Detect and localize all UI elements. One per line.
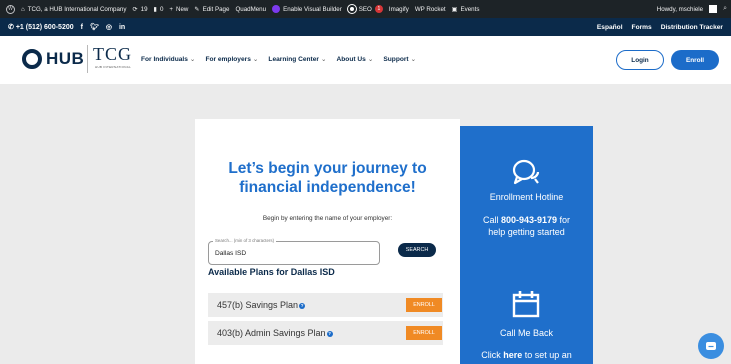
seo-icon <box>347 5 356 13</box>
logo-divider <box>87 45 88 73</box>
plus-icon: + <box>169 5 174 13</box>
admin-updates[interactable]: ⟳ 19 <box>132 6 147 13</box>
comment-icon: ▮ <box>153 5 157 13</box>
hotline-text: Call 800-943-9179 for help getting start… <box>482 215 571 237</box>
employer-prompt: Begin by entering the name of your emplo… <box>262 215 393 222</box>
seo-badge: 1 <box>374 5 383 13</box>
linkedin-icon[interactable]: in <box>119 24 125 31</box>
plan-enroll-button[interactable]: ENROLL <box>406 326 442 340</box>
employer-search-input[interactable]: Search... (min of 3 characters) Dallas I… <box>208 238 380 265</box>
chevron-down-icon: ⌄ <box>367 56 374 63</box>
tcg-logo-subtitle: HUB INTERNATIONAL <box>95 65 132 69</box>
home-icon: ⌂ <box>21 5 25 13</box>
search-value: Dallas ISD <box>215 250 247 257</box>
chevron-down-icon: ⌄ <box>410 56 417 63</box>
hotline-number[interactable]: 800-943-9179 <box>501 215 557 225</box>
site-header: HUB TCG HUB INTERNATIONAL For Individual… <box>0 36 731 84</box>
chat-launcher-button[interactable] <box>698 333 724 359</box>
calendar-icon <box>512 291 540 318</box>
plan-name: 403(b) Admin Savings Plan? <box>217 328 333 338</box>
info-icon[interactable]: ? <box>299 303 306 309</box>
nav-for-employers[interactable]: For employers ⌄ <box>205 55 258 63</box>
facebook-icon[interactable]: f <box>81 24 83 31</box>
page-title: Let’s begin your journey to financial in… <box>228 160 427 196</box>
admin-comments[interactable]: ▮ 0 <box>154 6 164 13</box>
hub-ring-icon <box>22 49 42 69</box>
instagram-icon[interactable]: ◎ <box>106 23 112 31</box>
admin-new[interactable]: + New <box>169 6 188 13</box>
admin-site-name[interactable]: ⌂ TCG, a HUB International Company <box>21 6 126 13</box>
forms-link[interactable]: Forms <box>632 24 652 31</box>
callback-link[interactable]: here <box>503 350 522 360</box>
admin-edit-page[interactable]: ✎ Edit Page <box>194 6 229 13</box>
admin-visual-builder[interactable]: Enable Visual Builder <box>272 5 342 13</box>
search-button[interactable]: SEARCH <box>398 243 436 257</box>
admin-account[interactable]: Howdy, mschiele <box>657 5 718 13</box>
admin-seo[interactable]: SEO 1 <box>347 5 383 13</box>
divi-icon <box>272 5 281 13</box>
plan-enroll-button[interactable]: ENROLL <box>406 298 442 312</box>
login-button[interactable]: Login <box>616 50 664 70</box>
info-icon[interactable]: ? <box>326 331 333 337</box>
plan-row: 457(b) Savings Plan? ENROLL <box>208 293 443 317</box>
admin-events[interactable]: ▣ Events <box>452 6 480 13</box>
main-nav: For Individuals ⌄ For employers ⌄ Learning… <box>141 55 416 63</box>
callback-text: Click here to set up an <box>481 350 572 360</box>
search-placeholder: Search... (min of 3 characters) <box>213 238 277 243</box>
callback-title: Call Me Back <box>499 328 553 338</box>
nav-for-individuals[interactable]: For Individuals ⌄ <box>141 55 195 63</box>
chevron-down-icon: ⌄ <box>189 56 196 63</box>
wp-admin-bar: W ⌂ TCG, a HUB International Company ⟳ 1… <box>0 0 731 18</box>
twitter-icon[interactable]: 🐦︎ <box>90 23 99 31</box>
enrollment-card: Let’s begin your journey to financial in… <box>195 119 460 364</box>
wordpress-logo-icon[interactable]: W <box>6 4 15 14</box>
phone-link[interactable]: ✆ +1 (512) 600-5200 <box>8 23 74 31</box>
tcg-logo[interactable]: TCG <box>93 44 132 65</box>
phone-icon: ✆ <box>8 24 14 31</box>
plan-name: 457(b) Savings Plan? <box>217 300 306 310</box>
chevron-down-icon: ⌄ <box>252 56 259 63</box>
nav-about-us[interactable]: About Us ⌄ <box>337 55 374 63</box>
nav-learning-center[interactable]: Learning Center ⌄ <box>268 55 326 63</box>
pencil-icon: ✎ <box>194 5 200 13</box>
chat-bubbles-icon <box>512 159 540 185</box>
refresh-icon: ⟳ <box>132 5 138 13</box>
utility-bar: ✆ +1 (512) 600-5200 f 🐦︎ ◎ in Español Fo… <box>0 18 731 36</box>
enroll-button[interactable]: Enroll <box>671 50 719 70</box>
hotline-title: Enrollment Hotline <box>489 192 564 202</box>
admin-wp-rocket[interactable]: WP Rocket <box>415 6 446 13</box>
avatar <box>709 5 718 13</box>
plan-row: 403(b) Admin Savings Plan? ENROLL <box>208 321 443 345</box>
distribution-tracker-link[interactable]: Distribution Tracker <box>661 24 723 31</box>
language-link[interactable]: Español <box>597 24 623 31</box>
plans-heading: Available Plans for Dallas ISD <box>208 267 335 277</box>
calendar-icon: ▣ <box>451 5 458 13</box>
hub-logo[interactable]: HUB <box>22 49 84 69</box>
chevron-down-icon: ⌄ <box>320 56 327 63</box>
chat-icon <box>706 342 716 350</box>
contact-panel: Enrollment Hotline Call 800-943-9179 for… <box>460 126 593 364</box>
nav-support[interactable]: Support ⌄ <box>383 55 416 63</box>
search-icon[interactable]: ⌕ <box>723 5 727 13</box>
admin-quadmenu[interactable]: QuadMenu <box>235 6 266 13</box>
admin-imagify[interactable]: Imagify <box>389 6 409 13</box>
